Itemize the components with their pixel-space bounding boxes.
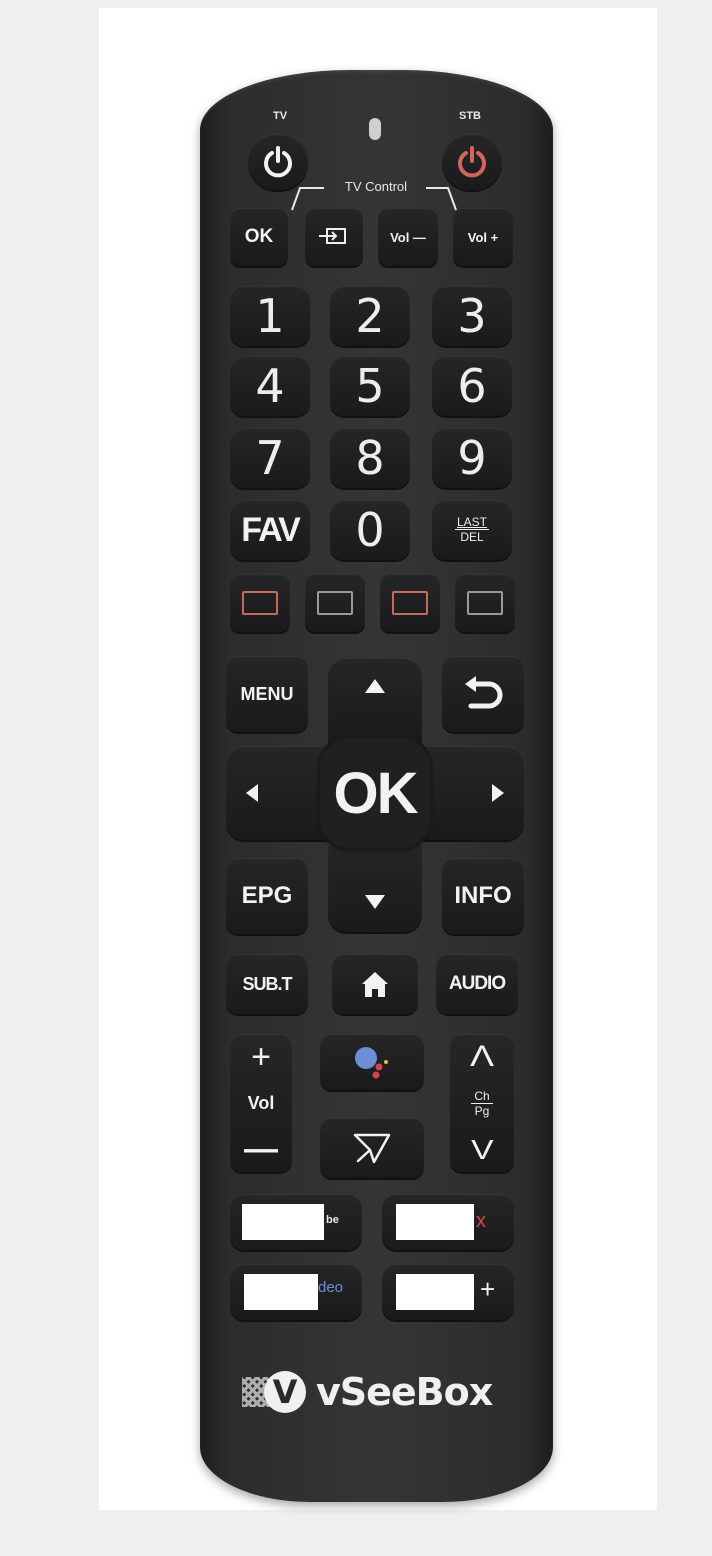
brand-name: vSeeBox — [316, 1370, 493, 1414]
num-5-button[interactable]: 5 — [330, 356, 410, 416]
app-button-3[interactable]: deo — [230, 1264, 362, 1320]
tv-vol-up-button[interactable]: Vol + — [453, 208, 513, 266]
yellow-key-icon — [392, 591, 428, 615]
app-button-1[interactable]: be — [230, 1194, 362, 1250]
right-arrow-icon — [492, 784, 504, 802]
tv-vol-down-button[interactable]: Vol — — [378, 208, 438, 266]
ir-led — [369, 118, 381, 140]
app-button-2[interactable]: x — [382, 1194, 514, 1250]
dpad-left-button[interactable] — [226, 746, 328, 840]
subtitle-button[interactable]: SUB.T — [226, 954, 308, 1014]
brand-logo: V vSeeBox — [242, 1364, 522, 1420]
num-2-button[interactable]: 2 — [330, 286, 410, 346]
up-arrow-icon — [365, 679, 385, 693]
redacted-app-logo — [242, 1204, 324, 1240]
channel-up-icon[interactable]: Λ — [470, 1040, 494, 1074]
green-key-icon — [317, 591, 353, 615]
tv-ok-button[interactable]: OK — [230, 208, 288, 266]
pointer-button[interactable] — [320, 1118, 424, 1178]
num-8-button[interactable]: 8 — [330, 428, 410, 488]
redacted-app-logo — [244, 1274, 318, 1310]
back-button[interactable] — [442, 656, 524, 732]
home-button[interactable] — [332, 954, 418, 1014]
vseebox-logo-icon: V — [242, 1369, 310, 1415]
red-key-icon — [242, 591, 278, 615]
app-2-text: x — [476, 1210, 486, 1232]
blue-button[interactable] — [455, 574, 515, 632]
info-button[interactable]: INFO — [442, 858, 524, 934]
dpad-right-button[interactable] — [422, 746, 524, 840]
channel-down-icon[interactable]: V — [471, 1134, 493, 1166]
last-del-button[interactable]: LAST DEL — [432, 500, 512, 560]
dpad-down-button[interactable] — [328, 844, 422, 932]
input-source-icon — [319, 228, 346, 244]
app-button-4[interactable]: + — [382, 1264, 514, 1320]
yellow-button[interactable] — [380, 574, 440, 632]
stb-power-label: STB — [459, 110, 481, 122]
pointer-cursor-icon — [353, 1133, 391, 1164]
back-arrow-icon — [465, 676, 503, 709]
red-button[interactable] — [230, 574, 290, 632]
tv-power-label: TV — [272, 110, 288, 122]
num-0-button[interactable]: 0 — [330, 500, 410, 560]
dpad-up-button[interactable] — [328, 658, 422, 742]
down-arrow-icon — [365, 895, 385, 909]
volume-rocker[interactable]: + Vol — — [230, 1034, 292, 1172]
green-button[interactable] — [305, 574, 365, 632]
audio-button[interactable]: AUDIO — [436, 954, 518, 1014]
remote-control: TV STB TV Control OK Vol — Vol + 1 2 3 4… — [200, 70, 553, 1502]
volume-label: Vol — [247, 1092, 275, 1113]
ch-pg-label: Ch Pg — [471, 1090, 493, 1118]
del-label: DEL — [460, 529, 484, 544]
google-assistant-button[interactable] — [320, 1034, 424, 1090]
app-4-text: + — [480, 1274, 496, 1304]
app-3-text: deo — [318, 1279, 344, 1296]
app-1-text: be — [326, 1214, 339, 1226]
num-7-button[interactable]: 7 — [230, 428, 310, 488]
channel-rocker[interactable]: Λ Ch Pg V — [450, 1034, 514, 1172]
tv-control-label: TV Control — [344, 179, 408, 194]
redacted-app-logo — [396, 1274, 474, 1310]
menu-button[interactable]: MENU — [226, 656, 308, 732]
pg-label: Pg — [474, 1104, 490, 1118]
epg-button[interactable]: EPG — [226, 858, 308, 934]
blue-key-icon — [467, 591, 503, 615]
num-3-button[interactable]: 3 — [432, 286, 512, 346]
home-icon — [362, 972, 388, 997]
redacted-app-logo — [396, 1204, 474, 1240]
ok-button[interactable]: OK — [320, 738, 430, 848]
num-1-button[interactable]: 1 — [230, 286, 310, 346]
ch-label: Ch — [471, 1090, 493, 1104]
fav-button[interactable]: FAV — [230, 500, 310, 560]
left-arrow-icon — [246, 784, 258, 802]
num-4-button[interactable]: 4 — [230, 356, 310, 416]
power-icon — [458, 146, 486, 178]
num-9-button[interactable]: 9 — [432, 428, 512, 488]
num-6-button[interactable]: 6 — [432, 356, 512, 416]
tv-input-button[interactable] — [305, 208, 363, 266]
google-assistant-icon — [355, 1047, 388, 1079]
volume-up-icon[interactable]: + — [251, 1040, 271, 1074]
volume-down-icon[interactable]: — — [244, 1132, 278, 1166]
last-label: LAST — [454, 514, 489, 530]
